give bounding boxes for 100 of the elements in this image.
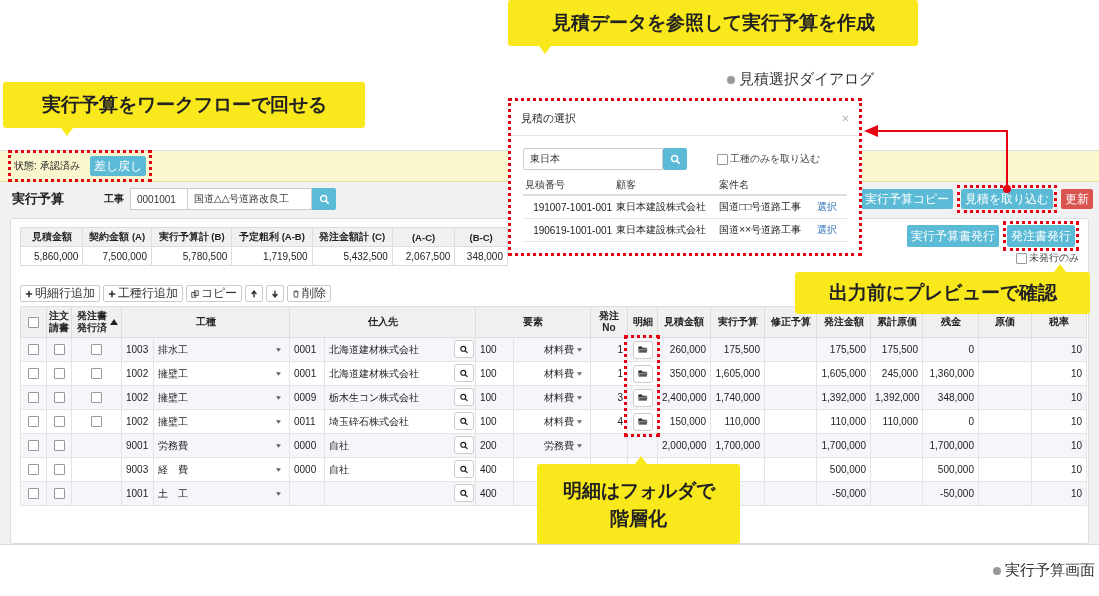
checkbox[interactable] [53, 440, 65, 452]
search-icon [459, 368, 469, 378]
select-link[interactable]: 選択 [817, 201, 837, 212]
checkbox[interactable] [28, 392, 39, 404]
checkbox[interactable] [53, 416, 65, 428]
select-link[interactable]: 選択 [817, 224, 837, 235]
table-cell: 400 [475, 457, 514, 482]
toolbar-button[interactable]: 工種行追加 [103, 285, 183, 302]
checkbox[interactable] [53, 392, 65, 404]
column-header: 仕入先 [289, 306, 476, 338]
folder-button[interactable] [632, 364, 653, 383]
search-icon [459, 344, 469, 354]
callout: 明細はフォルダで階層化 [537, 464, 740, 544]
search-icon [318, 193, 330, 205]
toolbar-button[interactable] [245, 285, 263, 302]
search-button[interactable] [454, 460, 474, 478]
table-cell: 500,000 [816, 457, 871, 482]
status-text: 状態: 承認済み [14, 159, 80, 173]
search-button[interactable] [454, 364, 474, 382]
table-cell: 東日本建設株式会社 [614, 218, 718, 242]
table-cell: 国道××号道路工事 [717, 218, 812, 242]
checkbox[interactable] [53, 488, 65, 500]
callout: 出力前にプレビューで確認 [795, 272, 1090, 314]
table-cell: 0 [922, 409, 979, 434]
search-icon [459, 416, 469, 426]
search-icon [459, 488, 469, 498]
table-cell: 国道□□号道路工事 [717, 195, 812, 219]
column-header: 発注書発行済 [71, 306, 122, 338]
checkbox[interactable] [53, 344, 65, 356]
checkbox[interactable] [91, 416, 102, 428]
checkbox[interactable] [28, 440, 39, 452]
project-code-field[interactable]: 0001001 [130, 188, 188, 210]
search-icon [669, 153, 681, 165]
summary-value: 2,067,500 [392, 246, 455, 266]
toolbar-button[interactable]: 削除 [287, 285, 331, 302]
search-icon [459, 464, 469, 474]
toolbar-button[interactable] [266, 285, 284, 302]
copy-icon [191, 289, 199, 298]
toolbar-button[interactable]: 明細行追加 [20, 285, 100, 302]
checkbox[interactable] [28, 488, 39, 500]
summary-header: 契約金額 (A) [82, 227, 152, 247]
arrow-up-icon [250, 289, 258, 298]
table-cell: 110,000 [816, 409, 871, 434]
search-icon [459, 392, 469, 402]
supplier-name: 栃木生コン株式会社 [329, 391, 419, 403]
supplier-name: 北海道建材株式会社 [329, 367, 419, 379]
column-header: 注文請書 [46, 306, 72, 338]
search-button[interactable] [454, 436, 474, 454]
element-select[interactable]: 材料費 [513, 409, 591, 434]
table-cell: 1002 [121, 361, 154, 386]
checkbox[interactable] [28, 416, 39, 428]
work-type-select[interactable]: 排水工 [153, 337, 290, 362]
checkbox[interactable] [717, 153, 728, 165]
checkbox[interactable] [53, 464, 65, 476]
summary-header: 予定粗利 (A-B) [231, 227, 313, 247]
folder-icon [637, 369, 648, 378]
checkbox[interactable] [53, 368, 65, 380]
search-button[interactable] [454, 388, 474, 406]
table-cell: 100 [475, 409, 514, 434]
folder-button[interactable] [632, 388, 653, 407]
checkbox[interactable] [28, 344, 39, 356]
folder-button[interactable] [632, 340, 653, 359]
folder-icon [637, 393, 648, 402]
table-cell: 150,000 [657, 409, 711, 434]
checkbox[interactable] [28, 368, 39, 380]
work-type-select[interactable]: 擁壁工 [153, 361, 290, 386]
work-type-select[interactable]: 土 工 [153, 481, 290, 506]
close-icon[interactable] [842, 114, 849, 122]
toolbar-button[interactable]: 更新 [1061, 189, 1093, 209]
checkbox[interactable] [1016, 252, 1027, 264]
caret-icon [577, 444, 582, 448]
summary-value: 7,500,000 [82, 246, 152, 266]
folder-icon [637, 345, 648, 354]
callout-pointer [1054, 264, 1066, 272]
checkbox[interactable] [28, 316, 39, 328]
work-type-select[interactable]: 擁壁工 [153, 409, 290, 434]
checkbox[interactable] [91, 368, 102, 380]
project-name-field[interactable]: 国道△△号道路改良工 [188, 188, 312, 210]
caret-icon [276, 492, 281, 496]
search-button[interactable] [454, 412, 474, 430]
table-cell: 10 [1031, 457, 1087, 482]
column-header: 案件名 [717, 176, 812, 195]
checkbox[interactable] [91, 392, 102, 404]
search-button[interactable] [454, 484, 474, 502]
checkbox[interactable] [91, 344, 102, 356]
work-type-select[interactable]: 経 費 [153, 457, 290, 482]
table-cell: 500,000 [922, 457, 979, 482]
work-type-select[interactable]: 労務費 [153, 433, 290, 458]
caret-icon [577, 372, 582, 376]
search-button[interactable] [454, 340, 474, 358]
folder-button[interactable] [632, 412, 653, 431]
work-type-select[interactable]: 擁壁工 [153, 385, 290, 410]
checkbox[interactable] [28, 464, 39, 476]
column-header: 発注No [590, 306, 628, 338]
toolbar-button[interactable]: コピー [186, 285, 242, 302]
search-field[interactable]: 東日本 [523, 148, 663, 170]
summary-header: (A-C) [392, 227, 455, 247]
table-cell: 350,000 [657, 361, 711, 386]
caption: 実行予算画面 [1005, 561, 1095, 580]
element-select[interactable]: 材料費 [513, 361, 591, 386]
